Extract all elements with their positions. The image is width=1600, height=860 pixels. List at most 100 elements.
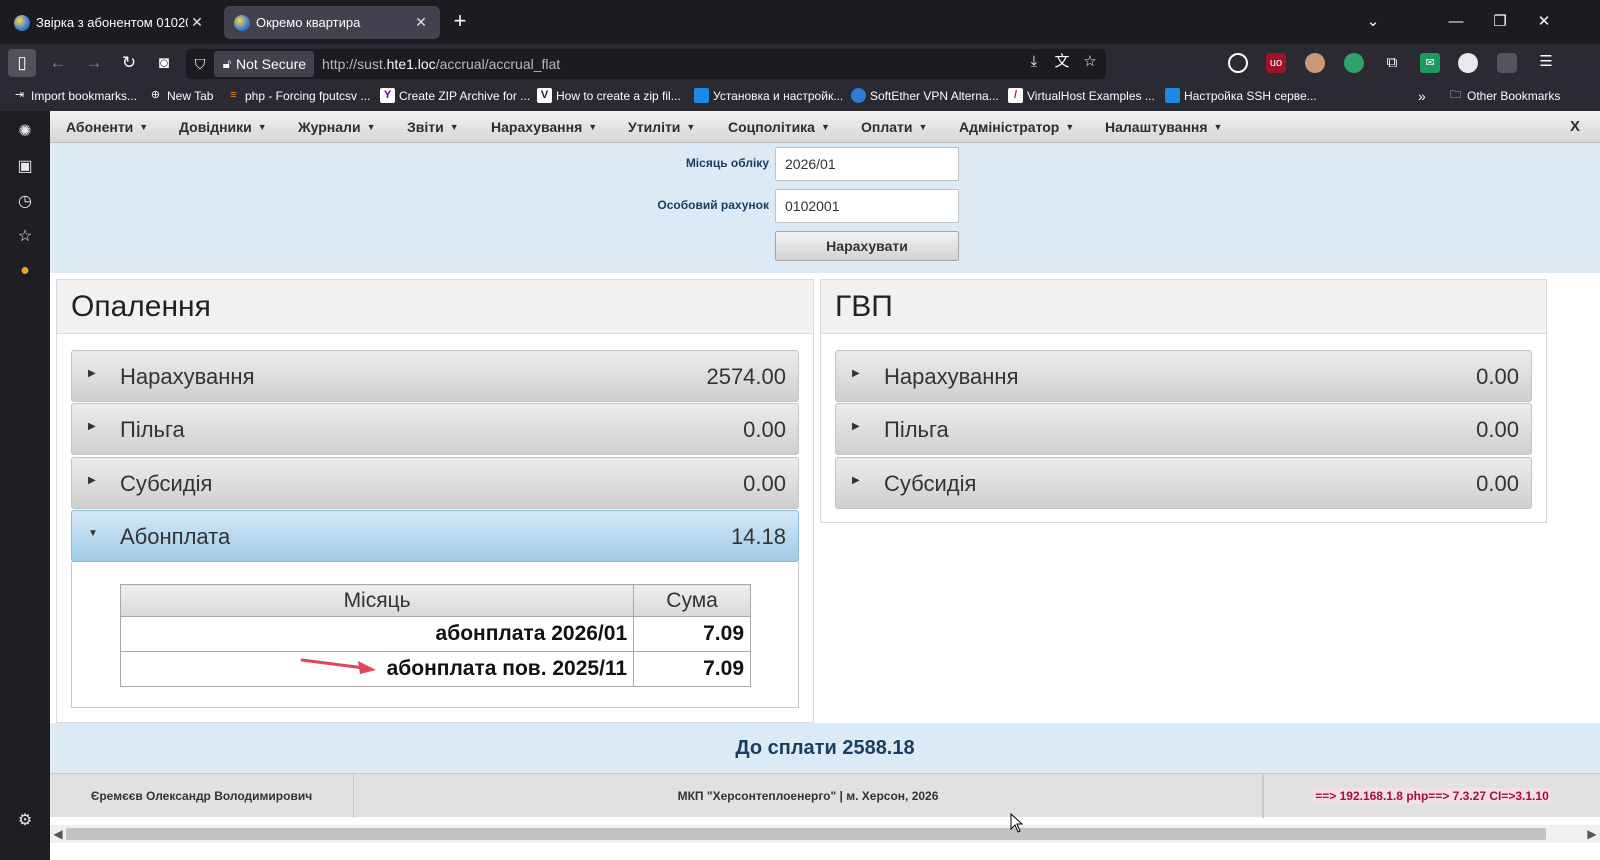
hot-water-panel: ГВП ▶ Нарахування 0.00 ▶ Пільга 0.00 ▶ С… <box>820 279 1547 523</box>
account-input[interactable] <box>775 189 959 223</box>
extension-colorful-icon[interactable]: ● <box>14 260 36 282</box>
tab-close-icon[interactable]: ✕ <box>188 14 206 31</box>
bookmark-softether[interactable]: SoftEther VPN Alterna... <box>851 88 999 103</box>
horizontal-scrollbar[interactable]: ◀ ▶ <box>50 825 1600 843</box>
caret-down-icon: ▼ <box>449 122 459 132</box>
heating-subsidy-row[interactable]: ▶ Субсидія 0.00 <box>71 457 799 509</box>
scroll-left-icon[interactable]: ◀ <box>50 825 66 843</box>
bookmark-label: php - Forcing fputcsv ... <box>245 88 371 103</box>
bookmark-star-icon[interactable]: ☆ <box>1078 50 1102 74</box>
hot-water-accrual-row[interactable]: ▶ Нарахування 0.00 <box>835 350 1532 402</box>
month-input[interactable] <box>775 147 959 181</box>
month-label: Місяць обліку <box>685 156 769 170</box>
reload-icon[interactable]: ↻ <box>115 49 143 77</box>
caret-down-icon: ▼ <box>366 122 376 132</box>
bookmark-new-tab[interactable]: ⊕ New Tab <box>148 88 214 103</box>
new-tab-button[interactable]: + <box>448 10 472 34</box>
expand-arrow-icon: ▶ <box>88 475 96 486</box>
url-host: hte1.loc <box>386 56 436 72</box>
row-month: абонплата 2026/01 <box>119 616 635 652</box>
annotation-arrow-icon <box>300 658 376 674</box>
install-app-icon[interactable]: ⤓ <box>1022 50 1046 74</box>
extension-white-icon[interactable] <box>1458 53 1478 73</box>
menu-social-policy[interactable]: Соцполітика ▼ <box>728 119 830 135</box>
account-icon[interactable] <box>1228 53 1248 73</box>
bookmark-import[interactable]: ⇥ Import bookmarks... <box>12 88 137 103</box>
restore-icon[interactable]: ❐ <box>1486 10 1514 34</box>
row-value: 0.00 <box>1476 417 1519 442</box>
bookmarks-overflow-chevron-icon[interactable]: » <box>1418 88 1426 104</box>
screenshot-camera-icon[interactable]: ◙ <box>150 49 178 77</box>
heating-subscription-fee-row[interactable]: ▼ Абонплата 14.18 <box>71 510 799 562</box>
bookmark-zip-file[interactable]: V How to create a zip fil... <box>537 88 681 103</box>
menu-payments[interactable]: Оплати ▼ <box>861 119 927 135</box>
windows-icon <box>694 88 709 103</box>
import-icon: ⇥ <box>14 89 25 101</box>
menu-reports[interactable]: Звіти ▼ <box>407 119 459 135</box>
site-security-badge[interactable]: 🔓︎ Not Secure <box>214 51 315 77</box>
column-header-sum: Сума <box>633 584 751 617</box>
bookmarks-star-icon[interactable]: ☆ <box>14 226 36 248</box>
hot-water-title: ГВП <box>835 290 893 323</box>
menu-references[interactable]: Довідники ▼ <box>179 119 267 135</box>
ai-chatbot-icon[interactable]: ✺ <box>14 121 36 143</box>
menu-settings[interactable]: Налаштування ▼ <box>1105 119 1222 135</box>
sidebar-toggle-icon[interactable]: ▯ <box>8 49 36 77</box>
extension-face-icon[interactable] <box>1305 53 1325 73</box>
heating-benefit-row[interactable]: ▶ Пільга 0.00 <box>71 403 799 455</box>
row-label: Нарахування <box>120 364 255 389</box>
bookmark-label: Create ZIP Archive for ... <box>399 88 531 103</box>
hot-water-benefit-row[interactable]: ▶ Пільга 0.00 <box>835 403 1532 455</box>
bookmark-create-zip[interactable]: Y Create ZIP Archive for ... <box>380 88 530 103</box>
heating-accrual-row[interactable]: ▶ Нарахування 2574.00 <box>71 350 799 402</box>
extensions-puzzle-icon[interactable]: ⧉ <box>1382 53 1402 73</box>
menu-journals[interactable]: Журнали ▼ <box>298 119 375 135</box>
site-favicon-icon <box>14 14 30 31</box>
row-sum: 7.09 <box>633 651 751 687</box>
tab-title: Окремо квартира <box>256 15 361 30</box>
hot-water-subsidy-row[interactable]: ▶ Субсидія 0.00 <box>835 457 1532 509</box>
address-bar[interactable]: ⛉ 🔓︎ Not Secure http://sust.hte1.loc/acc… <box>186 49 1106 79</box>
sidebar-settings-gear-icon[interactable]: ⚙ <box>14 810 36 832</box>
bookmark-install-setup[interactable]: Установка и настройк... <box>694 88 843 103</box>
tab-reconciliation[interactable]: Звірка з абонентом 0102001 ✕ <box>4 6 216 39</box>
calculate-button[interactable]: Нарахувати <box>775 231 959 261</box>
bookmark-virtualhost[interactable]: / VirtualHost Examples ... <box>1008 88 1155 103</box>
app-menu-icon[interactable]: ☰ <box>1534 50 1558 74</box>
menu-subscribers[interactable]: Абоненти ▼ <box>66 119 148 135</box>
translate-icon[interactable]: 文 <box>1050 50 1074 74</box>
other-bookmarks-folder[interactable]: 🗀︎ Other Bookmarks <box>1448 88 1560 103</box>
row-label: Субсидія <box>120 471 213 496</box>
row-label: Нарахування <box>884 364 1019 389</box>
bookmark-ssh-setup[interactable]: Настройка SSH серве... <box>1165 88 1317 103</box>
forward-arrow-icon[interactable]: → <box>80 49 108 77</box>
scroll-right-icon[interactable]: ▶ <box>1584 825 1600 843</box>
extension-robot-icon[interactable] <box>1497 53 1517 73</box>
tab-list-chevron-icon[interactable]: ⌄ <box>1359 10 1387 34</box>
tab-close-icon[interactable]: ✕ <box>412 14 430 31</box>
menu-label: Нарахування <box>491 119 583 135</box>
tracking-shield-icon[interactable]: ⛉ <box>186 56 214 73</box>
menu-label: Соцполітика <box>728 119 815 135</box>
history-clock-icon[interactable]: ◷ <box>14 191 36 213</box>
back-arrow-icon[interactable]: ← <box>44 49 72 77</box>
scrollbar-thumb[interactable] <box>66 828 1546 840</box>
close-window-icon[interactable]: ✕ <box>1530 10 1558 34</box>
ublock-icon[interactable]: uo <box>1266 53 1286 73</box>
bookmark-php-fputcsv[interactable]: ≡ php - Forcing fputcsv ... <box>226 88 370 103</box>
minimize-icon[interactable]: — <box>1442 10 1470 34</box>
mail-extension-icon[interactable]: ✉ <box>1420 53 1440 73</box>
synced-tabs-icon[interactable]: ▣ <box>14 156 36 178</box>
softether-icon <box>851 88 866 103</box>
menu-close-button[interactable]: X <box>1570 118 1580 135</box>
menu-accruals[interactable]: Нарахування ▼ <box>491 119 597 135</box>
tab-flat-accrual[interactable]: Окремо квартира ✕ <box>224 6 440 39</box>
menu-utilities[interactable]: Утиліти ▼ <box>628 119 695 135</box>
menu-administrator[interactable]: Адміністратор ▼ <box>959 119 1074 135</box>
column-header-month: Місяць <box>119 584 635 617</box>
table-row: абонплата пов. 2025/11 7.09 <box>119 651 751 687</box>
extension-green-icon[interactable] <box>1344 53 1364 73</box>
site-favicon-icon <box>234 14 250 31</box>
menu-label: Звіти <box>407 119 444 135</box>
menu-label: Утиліти <box>628 119 681 135</box>
